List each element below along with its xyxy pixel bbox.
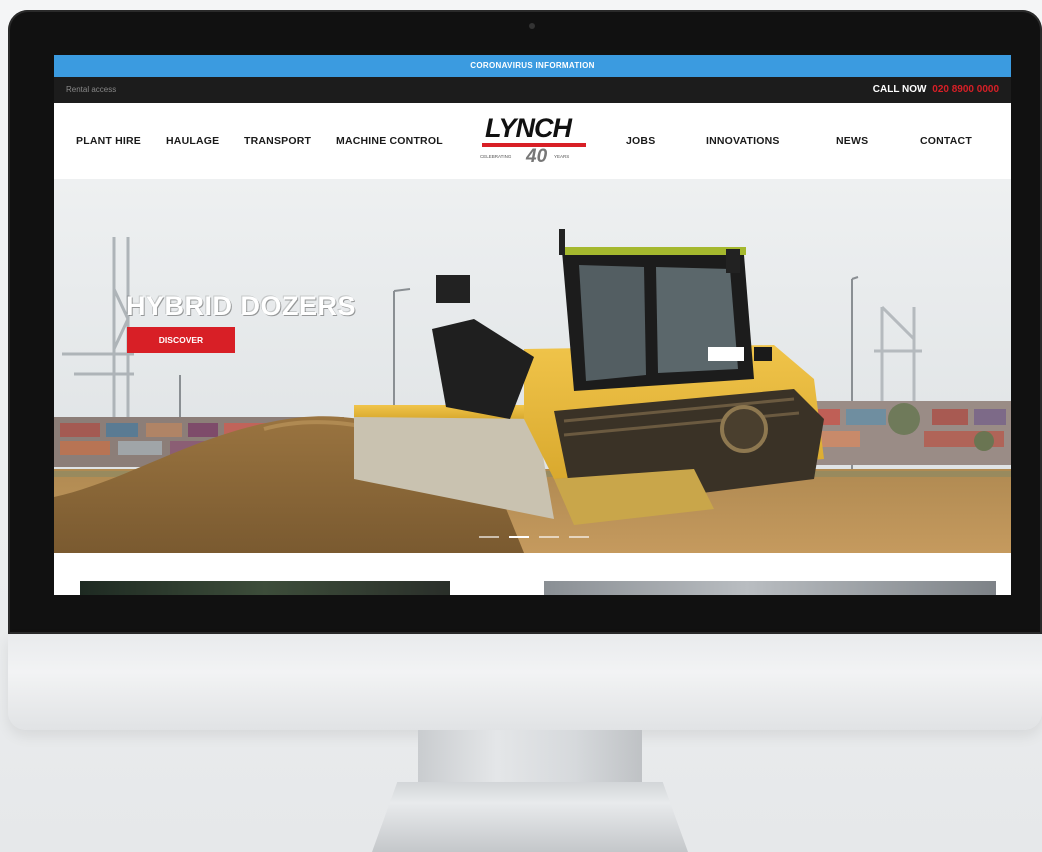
camera-icon: [529, 23, 535, 29]
nav-item-plant-hire[interactable]: PLANT HIRE: [76, 103, 141, 179]
slider-dot[interactable]: [539, 536, 559, 538]
slider-dot-active[interactable]: [509, 536, 529, 538]
nav-item-haulage[interactable]: HAULAGE: [166, 103, 219, 179]
discover-button[interactable]: DISCOVER: [127, 327, 235, 353]
main-navigation: PLANT HIRE HAULAGE TRANSPORT MACHINE CON…: [54, 103, 1011, 179]
logo-wordmark: LYNCH: [480, 113, 590, 143]
logo-anniversary: CELEBRATING 40 YEARS: [478, 146, 590, 167]
call-now[interactable]: CALL NOW 020 8900 0000: [873, 77, 999, 103]
content-cards-strip: [54, 553, 1011, 595]
website-screen: CORONAVIRUS INFORMATION Rental access CA…: [54, 55, 1011, 595]
tree: [974, 431, 994, 451]
nav-item-innovations[interactable]: INNOVATIONS: [706, 103, 780, 179]
slider-dot[interactable]: [569, 536, 589, 538]
logo-forty: 40: [526, 146, 548, 167]
call-now-label: CALL NOW: [872, 84, 927, 95]
logo-name: LYNCH: [485, 113, 572, 143]
logo-years: YEARS: [554, 154, 570, 159]
hero-heading: HYBRID DOZERS: [126, 291, 357, 321]
tree: [888, 403, 920, 435]
nav-item-machine-control[interactable]: MACHINE CONTROL: [336, 103, 443, 179]
monitor-chin: [8, 634, 1042, 730]
hero-photo-dozer: [54, 179, 1011, 553]
slider-dot[interactable]: [479, 536, 499, 538]
content-card-image[interactable]: [544, 581, 996, 595]
dozer-cat-badge: [754, 347, 772, 361]
logo-celebrating: CELEBRATING: [480, 154, 512, 159]
slider-indicators: [479, 536, 589, 540]
lynch-logo[interactable]: LYNCH CELEBRATING 40 YEARS: [478, 113, 590, 169]
monitor-stand-base: [372, 782, 688, 852]
hero-banner: HYBRID DOZERS DISCOVER: [54, 179, 1011, 553]
nav-item-jobs[interactable]: JOBS: [626, 103, 655, 179]
nav-item-contact[interactable]: CONTACT: [920, 103, 972, 179]
nav-item-transport[interactable]: TRANSPORT: [244, 103, 311, 179]
monitor-stand-neck: [418, 730, 642, 782]
rental-access-link[interactable]: Rental access: [66, 77, 116, 103]
announcement-bar[interactable]: CORONAVIRUS INFORMATION: [54, 55, 1011, 77]
top-utility-bar: Rental access CALL NOW 020 8900 0000: [54, 77, 1011, 103]
phone-number[interactable]: 020 8900 0000: [932, 84, 999, 95]
dozer-lynch-badge: [708, 347, 744, 361]
nav-item-news[interactable]: NEWS: [836, 103, 868, 179]
content-card-image[interactable]: [80, 581, 450, 595]
